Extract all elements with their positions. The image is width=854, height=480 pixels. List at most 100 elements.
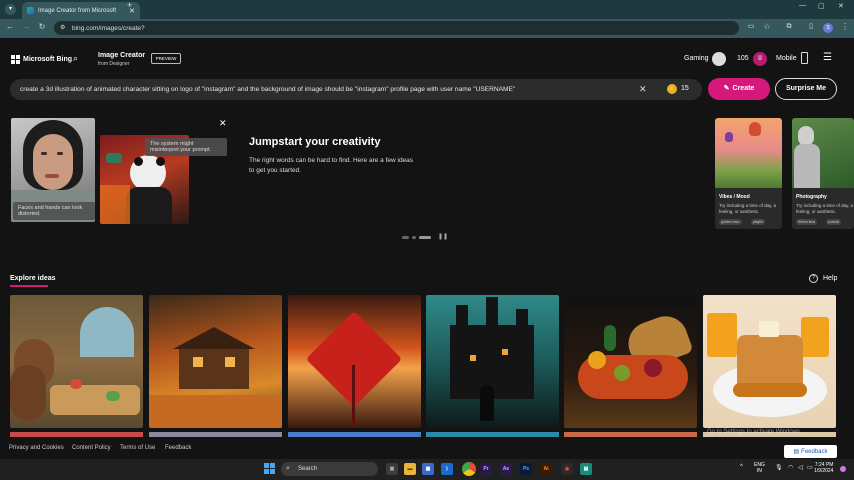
gaming-link[interactable]: Gaming <box>684 55 709 62</box>
battery-icon[interactable]: ▭ <box>807 464 813 471</box>
system-clock[interactable]: 7:24 PM 1/9/2024 <box>814 462 833 474</box>
volume-icon[interactable]: ◁ <box>798 464 803 471</box>
gallery-image-bears-picnic[interactable] <box>10 295 143 428</box>
chrome-taskbar-icon[interactable] <box>462 462 476 476</box>
wifi-icon[interactable]: ◠ <box>788 464 793 471</box>
help-icon[interactable]: ? <box>809 274 818 283</box>
tip-misinterpret: The system might misinterpret your promp… <box>145 138 227 156</box>
gallery-image-maple-leaf[interactable] <box>288 295 421 428</box>
bing-logo[interactable]: Microsoft Bing <box>11 55 72 64</box>
bing-logo-text: Microsoft Bing <box>23 56 72 63</box>
idea-chip[interactable]: playful <box>751 219 766 225</box>
preview-badge: PREVIEW <box>151 53 181 64</box>
side-panel-icon[interactable]: ▯ <box>805 20 817 34</box>
close-hero-icon[interactable]: ✕ <box>219 118 227 129</box>
region-code: IN <box>756 468 762 474</box>
boosts-count: 15 <box>681 85 689 92</box>
app-title: Image Creator <box>98 52 146 59</box>
gallery-image-dark-castle[interactable] <box>426 295 559 428</box>
carousel-dot-active[interactable] <box>419 236 431 239</box>
footer-link-terms[interactable]: Terms of Use <box>120 445 155 451</box>
photoshop-icon[interactable]: Ps <box>520 463 532 475</box>
davinci-resolve-icon[interactable]: ◉ <box>561 463 573 475</box>
forward-icon[interactable]: → <box>20 20 32 34</box>
profile-avatar[interactable]: S <box>823 23 833 33</box>
language-indicator[interactable]: ENG IN <box>754 462 765 474</box>
idea-card-title: Vibes / Mood <box>719 194 750 200</box>
create-button-label: Create <box>732 85 755 92</box>
back-icon[interactable]: ← <box>4 20 16 34</box>
taskbar-search-box[interactable]: ⌕ Search <box>281 462 378 476</box>
microsoft-logo-icon <box>11 55 20 64</box>
site-info-icon[interactable]: ⚙ <box>60 24 65 31</box>
idea-chip[interactable]: golden hour <box>719 219 742 225</box>
tab-title: Image Creator from Microsoft <box>38 7 117 14</box>
microphone-icon[interactable]: 🎙 <box>775 464 783 471</box>
idea-card-photography[interactable]: Photography Try including a time of day,… <box>792 118 854 229</box>
gallery-image-cornucopia[interactable] <box>564 295 697 428</box>
reload-icon[interactable]: ↻ <box>36 20 48 34</box>
illustrator-icon[interactable]: Ai <box>540 463 552 475</box>
feedback-button-label: Feedback <box>801 448 828 455</box>
task-view-icon[interactable]: ▣ <box>386 463 398 475</box>
idea-card-vibes[interactable]: Vibes / Mood Try including a time of day… <box>715 118 782 229</box>
url-text: bing.com/images/create? <box>72 24 145 32</box>
explore-underline <box>10 285 48 287</box>
idea-chip[interactable]: 50mm lens <box>796 219 818 225</box>
footer-link-feedback[interactable]: Feedback <box>165 445 191 451</box>
hamburger-menu-icon[interactable]: ☰ <box>823 52 832 63</box>
clock-date: 1/9/2024 <box>814 468 834 474</box>
file-explorer-icon[interactable]: ▬ <box>404 463 416 475</box>
explore-ideas-tab[interactable]: Explore ideas <box>10 275 56 282</box>
gallery-image-autumn-cabin[interactable] <box>149 295 282 428</box>
footer-link-content-policy[interactable]: Content Policy <box>72 445 111 451</box>
browser-tab[interactable]: Image Creator from Microsoft ✕ <box>22 2 140 19</box>
vscode-icon[interactable]: ⟩ <box>441 463 453 475</box>
window-close-icon[interactable]: ✕ <box>838 2 844 10</box>
notification-icon[interactable] <box>840 466 846 472</box>
new-tab-icon[interactable]: + <box>127 0 132 10</box>
notepad-icon[interactable]: ▤ <box>580 463 592 475</box>
extensions-icon[interactable]: ⧉ <box>783 20 795 34</box>
taskbar-search-label: Search <box>298 466 318 472</box>
gallery-image-pancakes[interactable] <box>703 295 836 428</box>
rewards-icon[interactable]: ♕ <box>753 52 767 66</box>
rewards-points[interactable]: 105 <box>737 55 749 62</box>
premiere-pro-icon[interactable]: Pr <box>480 463 492 475</box>
minimize-icon[interactable]: — <box>799 2 806 9</box>
tab-list-icon[interactable]: ▾ <box>5 4 16 15</box>
url-field[interactable]: ⚙ bing.com/images/create? <box>54 21 739 35</box>
clear-prompt-icon[interactable]: ✕ <box>639 84 647 95</box>
hero-description: The right words can be hard to find. Her… <box>249 157 414 174</box>
idea-card-desc: Try including a time of day, a feeling, … <box>796 203 854 214</box>
windows-start-icon[interactable] <box>264 463 275 474</box>
bookmark-star-icon[interactable]: ☆ <box>761 20 773 34</box>
carousel-prev-icon[interactable] <box>402 236 409 239</box>
user-avatar[interactable] <box>712 52 726 66</box>
after-effects-icon[interactable]: Ae <box>500 463 512 475</box>
help-link[interactable]: Help <box>823 275 837 282</box>
cast-icon[interactable]: ▭ <box>745 20 757 34</box>
surprise-me-button[interactable]: Surprise Me <box>775 78 837 100</box>
prompt-input[interactable]: create a 3d illustration of animated cha… <box>10 79 702 100</box>
carousel-dot[interactable] <box>412 236 416 239</box>
app-subtitle: from Designer <box>98 61 130 67</box>
mobile-phone-icon[interactable] <box>801 52 808 64</box>
carousel-pause-icon[interactable]: ❚❚ <box>438 233 448 240</box>
page-footer: Privacy and Cookies Content Policy Terms… <box>0 437 854 459</box>
mobile-link[interactable]: Mobile <box>776 55 797 62</box>
footer-link-privacy[interactable]: Privacy and Cookies <box>9 445 64 451</box>
idea-card-image-statue <box>792 118 854 188</box>
show-hidden-icons[interactable]: ^ <box>740 464 743 470</box>
feedback-icon: ▤ <box>793 449 800 455</box>
idea-card-title: Photography <box>796 194 827 200</box>
search-icon[interactable]: ⌕ <box>73 53 78 64</box>
idea-card-image-balloons <box>715 118 782 188</box>
idea-chip[interactable]: portrait <box>826 219 841 225</box>
taskbar-search-icon: ⌕ <box>286 465 290 472</box>
browser-menu-icon[interactable]: ⋮ <box>839 20 851 34</box>
store-icon[interactable]: ▦ <box>422 463 434 475</box>
maximize-icon[interactable]: ▢ <box>818 2 825 10</box>
create-button[interactable]: ✎ Create <box>708 78 770 100</box>
feedback-button[interactable]: ▤ Feedback <box>784 445 837 458</box>
